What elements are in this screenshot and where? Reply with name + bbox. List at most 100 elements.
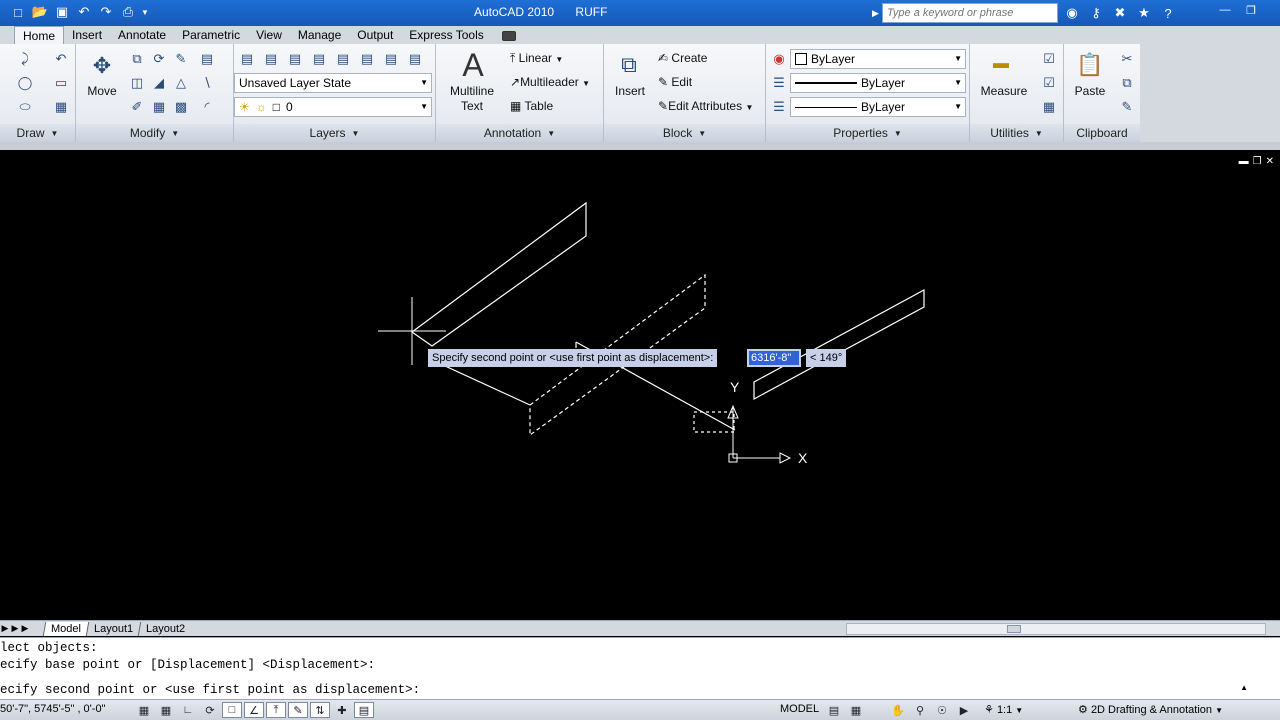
layout-tab-layout1[interactable]: Layout1 xyxy=(85,621,141,636)
multiline-text-button[interactable]: Multiline Text xyxy=(444,84,500,114)
panel-label-layers[interactable]: Layers ▼ xyxy=(234,124,435,142)
copy-clip-icon[interactable]: ⧉ xyxy=(1118,74,1136,92)
first-layout-icon[interactable]: ▶ xyxy=(0,623,10,634)
insert-block-icon[interactable]: ⧉ xyxy=(614,50,644,80)
circle-icon[interactable]: ◯ xyxy=(16,74,34,92)
lineweight-icon[interactable]: ☰ xyxy=(770,98,788,116)
horizontal-scrollbar[interactable] xyxy=(846,623,1266,635)
drawing-area[interactable]: ▬ ❐ ✕ X Y Specify second point or <use f… xyxy=(0,150,1280,620)
linetype-icon[interactable]: ☰ xyxy=(770,74,788,92)
quick-select-icon[interactable]: ☑ xyxy=(1040,50,1058,68)
scrollbar-thumb[interactable] xyxy=(1007,625,1021,633)
layer-isolate-icon[interactable]: ▤ xyxy=(382,50,400,68)
space-toggle[interactable]: MODEL xyxy=(780,703,819,715)
polar-icon[interactable]: ⟳ xyxy=(200,702,220,718)
ortho-icon[interactable]: ∟ xyxy=(178,702,198,718)
last-layout-icon[interactable]: ▶ xyxy=(20,623,30,634)
layer-state-dropdown[interactable]: Unsaved Layer State ▼ xyxy=(234,73,432,93)
tab-home[interactable]: Home xyxy=(14,26,65,44)
array-icon[interactable]: ▦ xyxy=(150,98,168,116)
minimize-icon[interactable]: — xyxy=(1214,2,1236,18)
command-scroll-icon[interactable]: ▲ xyxy=(1240,683,1248,692)
undo-icon[interactable]: ↶ xyxy=(74,2,94,22)
tab-parametric[interactable]: Parametric xyxy=(174,26,248,44)
layer-states-icon[interactable]: ▤ xyxy=(262,50,280,68)
measure-icon[interactable]: ▬ xyxy=(984,54,1018,74)
edit-block-button[interactable]: ✎ Edit xyxy=(658,75,692,89)
subscription-icon[interactable]: ✖ xyxy=(1110,3,1130,23)
command-window[interactable]: lect objects: ecify base point or [Displ… xyxy=(0,637,1280,699)
erase-icon[interactable]: ▤ xyxy=(198,50,216,68)
save-icon[interactable]: ▣ xyxy=(52,2,72,22)
dynamic-angle-input[interactable]: < 149° xyxy=(806,349,847,367)
search-expand-icon[interactable]: ▶ xyxy=(872,3,882,23)
otrack-icon[interactable]: ∠ xyxy=(244,702,264,718)
grid-icon[interactable]: ▦ xyxy=(156,702,176,718)
quick-properties-icon[interactable]: ✚ xyxy=(332,702,352,718)
ducs-icon[interactable]: ⤒ xyxy=(266,702,286,718)
hatch-icon[interactable]: ▦ xyxy=(52,98,70,116)
calculator-icon[interactable]: ▦ xyxy=(1040,98,1058,116)
match-properties-icon[interactable]: ✎ xyxy=(1118,98,1136,116)
snap-icon[interactable]: ▦ xyxy=(134,702,154,718)
qat-dropdown-icon[interactable]: ▼ xyxy=(140,2,150,22)
explode-icon[interactable]: ∖ xyxy=(198,74,216,92)
rectangle-icon[interactable]: ▭ xyxy=(52,74,70,92)
multiline-text-icon[interactable]: A xyxy=(456,47,490,83)
panel-label-modify[interactable]: Modify ▼ xyxy=(76,124,233,142)
coordinate-display[interactable]: 50'-7", 5745'-5" , 0'-0" xyxy=(0,703,105,715)
dyn-icon[interactable]: ✎ xyxy=(288,702,308,718)
scale-icon[interactable]: ✐ xyxy=(128,98,146,116)
ellipse-icon[interactable]: ⬭ xyxy=(16,98,34,116)
panel-label-utilities[interactable]: Utilities ▼ xyxy=(970,124,1063,142)
layout-tab-model[interactable]: Model xyxy=(42,621,89,636)
measure-button[interactable]: Measure xyxy=(976,84,1032,99)
panel-label-annotation[interactable]: Annotation ▼ xyxy=(436,124,603,142)
workspace-switcher[interactable]: ⚙ 2D Drafting & Annotation ▼ xyxy=(1078,703,1223,716)
osnap-icon[interactable]: □ xyxy=(222,702,242,718)
layer-dropdown[interactable]: ☀ ☼ □ 0 ▼ xyxy=(234,97,432,117)
panel-label-block[interactable]: Block ▼ xyxy=(604,124,765,142)
rotate-icon[interactable]: ⟳ xyxy=(150,50,168,68)
new-file-icon[interactable]: □ xyxy=(8,2,28,22)
paste-icon[interactable]: 📋 xyxy=(1076,50,1104,80)
arc-icon[interactable]: ↶ xyxy=(52,50,70,68)
fillet-icon[interactable]: ◢ xyxy=(150,74,168,92)
color-wheel-icon[interactable]: ◉ xyxy=(770,50,788,68)
tab-annotate[interactable]: Annotate xyxy=(110,26,174,44)
help-icon[interactable]: ? xyxy=(1158,3,1178,23)
trim-icon[interactable]: ✎ xyxy=(172,50,190,68)
panel-label-properties[interactable]: Properties ▼ xyxy=(766,124,969,142)
panel-label-draw[interactable]: Draw ▼ xyxy=(0,124,75,142)
prev-layout-icon[interactable]: ▶ xyxy=(10,623,20,634)
selection-cycling-icon[interactable]: ▤ xyxy=(354,702,374,718)
mirror-icon[interactable]: ◫ xyxy=(128,74,146,92)
create-block-button[interactable]: ✍ Create xyxy=(658,51,707,65)
layer-freeze-icon[interactable]: ▤ xyxy=(286,50,304,68)
tab-view[interactable]: View xyxy=(248,26,290,44)
redo-icon[interactable]: ↷ xyxy=(96,2,116,22)
tab-express-tools[interactable]: Express Tools xyxy=(401,26,491,44)
tab-output[interactable]: Output xyxy=(349,26,401,44)
edit-attributes-button[interactable]: ✎Edit Attributes ▼ xyxy=(658,99,753,113)
offset-icon[interactable]: ▩ xyxy=(172,98,190,116)
restore-icon[interactable]: ❐ xyxy=(1240,2,1262,18)
pan-icon[interactable]: ✋ xyxy=(888,702,908,718)
quick-view-drawings-icon[interactable]: ▦ xyxy=(846,702,866,718)
paste-button[interactable]: Paste xyxy=(1070,84,1110,99)
stretch-icon[interactable]: △ xyxy=(172,74,190,92)
key-icon[interactable]: ⚷ xyxy=(1086,3,1106,23)
move-button[interactable]: Move xyxy=(82,84,122,99)
linetype-dropdown[interactable]: ByLayer ▼ xyxy=(790,73,966,93)
layer-previous-icon[interactable]: ▤ xyxy=(358,50,376,68)
layer-match-icon[interactable]: ▤ xyxy=(334,50,352,68)
cut-icon[interactable]: ✂ xyxy=(1118,50,1136,68)
insert-button[interactable]: Insert xyxy=(610,84,650,99)
showmotion-icon[interactable]: ▶ xyxy=(954,702,974,718)
plot-icon[interactable]: ⎙ xyxy=(118,2,138,22)
ribbon-minimize-icon[interactable] xyxy=(501,31,516,41)
tab-manage[interactable]: Manage xyxy=(290,26,349,44)
move-icon[interactable]: ✥ xyxy=(88,52,116,80)
tab-insert[interactable]: Insert xyxy=(64,26,110,44)
polyline-icon[interactable]: ⤸ xyxy=(16,50,34,68)
